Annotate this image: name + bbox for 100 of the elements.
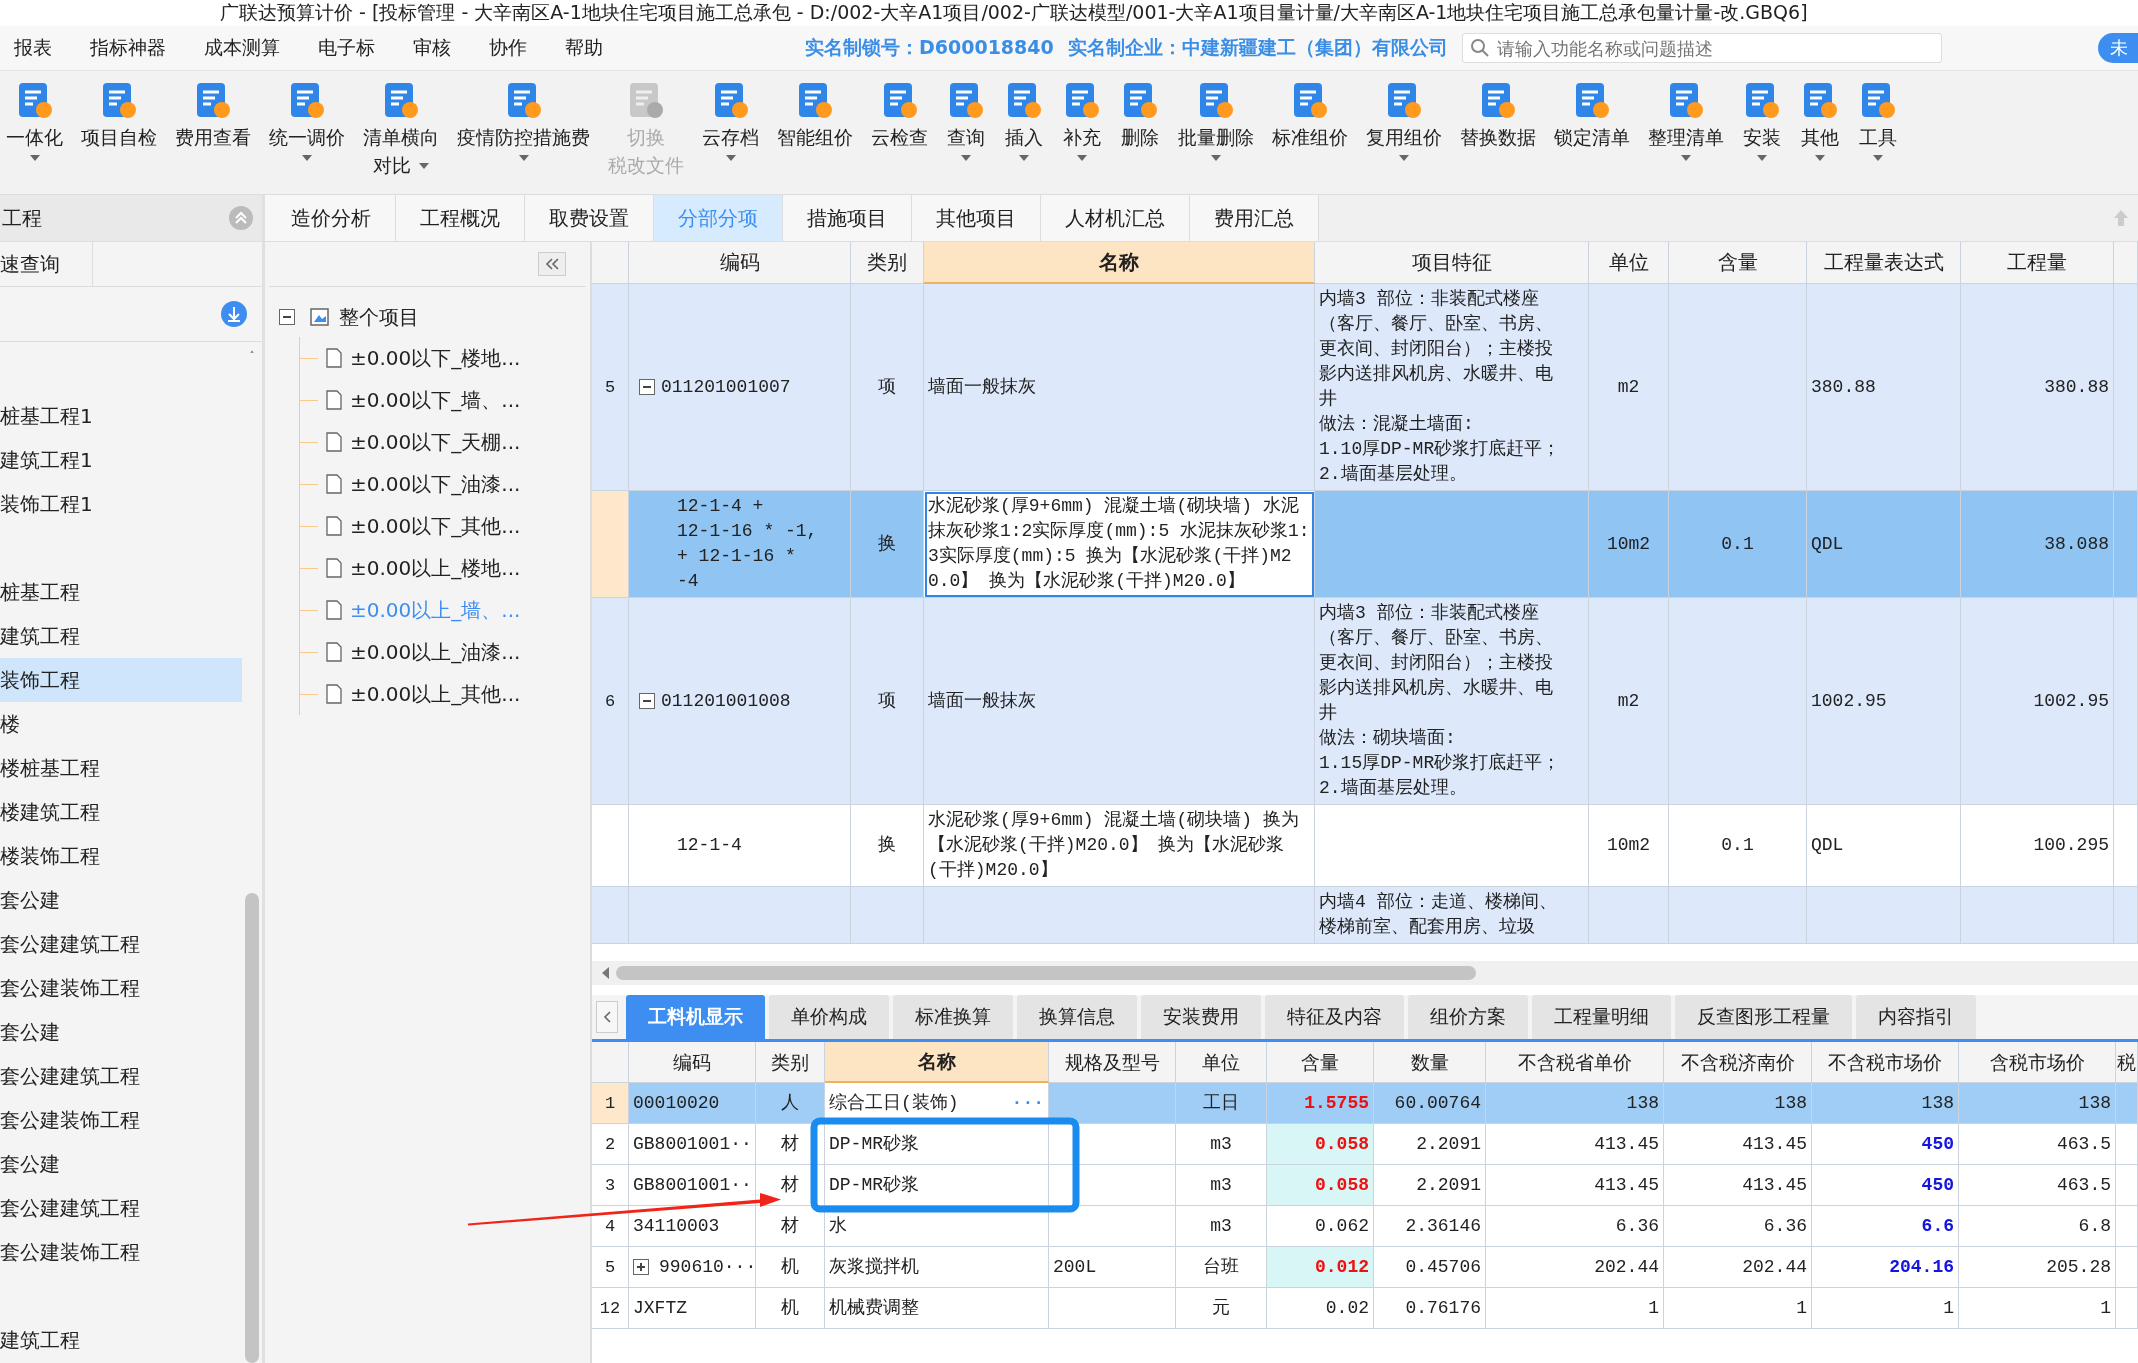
table-row[interactable]: 5 990610··· 机 灰浆搅拌机 200L 台班 0.012 0.45706 202.44 202.44 204.16 205.28 [592,1247,2138,1288]
search-field[interactable]: 请输入功能名称或问题描述 [1461,33,1942,63]
table-row[interactable]: 12 JXFTZ 机 机械费调整 元 0.02 0.76176 1 1 1 1 [592,1288,2138,1329]
project-item[interactable]: 建筑工程 [0,614,242,658]
menu-item[interactable]: 帮助 [549,35,625,61]
tab[interactable]: 反查图形工程量 [1675,995,1852,1039]
tree-item[interactable]: ±0.00以上_楼地... [350,554,521,582]
project-item[interactable]: 套公建装饰工程 [0,966,242,1010]
tab[interactable]: 工程量明细 [1532,995,1671,1039]
tree-item[interactable]: ±0.00以下_天棚... [350,428,521,456]
caret-icon [302,155,312,161]
menu-item[interactable]: 指标神器 [74,35,188,61]
tab[interactable]: 其他项目 [912,195,1041,241]
tree-item[interactable]: ±0.00以上_其他... [350,680,521,708]
scroll-left-icon[interactable] [600,966,610,980]
tab[interactable]: 组价方案 [1408,995,1528,1039]
toolbar-button[interactable]: 费用查看 [169,81,257,149]
toolbar-button[interactable]: 替换数据 [1454,81,1542,149]
toolbar-button[interactable]: 清单横向 对比 [357,81,445,177]
toolbar-button[interactable]: 疫情防控措施费 [451,81,596,161]
project-item[interactable]: 套公建 [0,1142,242,1186]
tab[interactable]: 内容指引 [1856,995,1976,1039]
project-item[interactable]: 套公建建筑工程 [0,1054,242,1098]
tab[interactable]: 造价分析 [265,195,396,241]
collapse-button[interactable] [538,252,566,276]
tab[interactable]: 取费设置 [525,195,654,241]
tab[interactable]: 特征及内容 [1265,995,1404,1039]
scrollbar[interactable] [616,966,1476,980]
tree-item[interactable]: ±0.00以下_墙、... [350,386,521,414]
table-row[interactable]: 3 GB8001001··· 材 DP-MR砂浆 m3 0.058 2.2091 413.45 413.45 450 463.5 [592,1165,2138,1206]
tab[interactable]: 人材机汇总 [1041,195,1190,241]
collapse-icon[interactable] [279,309,295,325]
toolbar-button[interactable]: 查询 [940,81,992,161]
toolbar-button[interactable]: 云存档 [696,81,765,161]
project-item[interactable]: 桩基工程 [0,570,242,614]
table-row[interactable]: 内墙4 部位：走道、楼梯间、楼梯前室、配套用房、垃圾 [592,887,2138,944]
table-row[interactable]: 6 011201001008 项 墙面一般抹灰 内墙3 部位：非装配式楼座（客厅、餐厅、卧室、书房、更衣间、封闭阳台）；主楼投影内送排风机房、水暖井、电井 做法：砌块墙面: 1.15厚DP-MR砂浆打底赶平； 2.墙面基层处理。 m2 1002.95 1002.95 [592,598,2138,805]
tab[interactable]: 单价构成 [769,995,889,1039]
toolbar-button[interactable]: 标准组价 [1266,81,1354,149]
project-item[interactable]: 套公建装饰工程 [0,1098,242,1142]
project-item[interactable]: 套公建建筑工程 [0,922,242,966]
toolbar-button[interactable]: 批量删除 [1172,81,1260,161]
toolbar-button[interactable]: 云检查 [865,81,934,149]
tree-item[interactable]: ±0.00以上_油漆... [350,638,521,666]
project-item[interactable]: 装饰工程1 [0,482,242,526]
table-row[interactable]: 12-1-4 + 12-1-16 * -1, + 12-1-16 * -4 换 水泥砂浆(厚9+6mm) 混凝土墙(砌块墙) 水泥抹灰砂浆1:2实际厚度(mm):5 水泥抹灰砂浆1:3实际厚度(mm):5 换为【水泥砂浆(干拌)M20.0】 换为【水泥砂浆(干拌)M20.0】 10m2 0.1 QDL 38.088 [592,491,2138,598]
menu-item[interactable]: 电子标 [302,35,397,61]
expand-icon[interactable] [633,1259,649,1275]
project-item[interactable]: 楼桩基工程 [0,746,242,790]
project-item[interactable]: 装饰工程 [0,658,242,702]
toolbar-button[interactable]: 安装 [1736,81,1788,161]
project-item[interactable]: 套公建建筑工程 [0,1186,242,1230]
project-item[interactable]: 套公建 [0,878,242,922]
menu-item[interactable]: 成本测算 [188,35,302,61]
toolbar-button[interactable]: 整理清单 [1642,81,1730,161]
column-header[interactable]: 名称 [825,1042,1049,1083]
tab[interactable]: 安装费用 [1141,995,1261,1039]
project-item[interactable]: 桩基工程1 [0,394,242,438]
tree-item[interactable]: ±0.00以下_油漆... [350,470,521,498]
tab[interactable]: 标准换算 [893,995,1013,1039]
column-header[interactable]: 名称 [924,242,1315,284]
tree-item[interactable]: 整个项目 [339,303,419,331]
tab[interactable]: 费用汇总 [1190,195,1319,241]
panel-tab[interactable]: 速查询 [0,242,93,286]
menu-item[interactable]: 审核 [397,35,473,61]
download-icon[interactable] [220,300,248,328]
tree-item[interactable]: ±0.00以下_楼地... [350,344,521,372]
toolbar-button[interactable]: 锁定清单 [1548,81,1636,149]
table-row[interactable]: 12-1-4 换 水泥砂浆(厚9+6mm) 混凝土墙(砌块墙) 换为【水泥砂浆(干拌)M20.0】 换为【水泥砂浆(干拌)M20.0】 10m2 0.1 QDL 100.295 [592,805,2138,887]
previous-button[interactable] [596,1001,618,1033]
table-row[interactable]: 1 00010020 人 综合工日(装饰) ··· 工日 1.5755 60.00764 138 138 138 138 [592,1083,2138,1124]
toolbar-button[interactable]: 复用组价 [1360,81,1448,161]
project-item[interactable]: 建筑工程 [0,1318,242,1362]
toolbar-button[interactable]: 工具 [1852,81,1904,161]
project-item[interactable]: 建筑工程1 [0,438,242,482]
toolbar-button[interactable]: 智能组价 [771,81,859,149]
toolbar-button[interactable]: 插入 [998,81,1050,161]
scrollbar[interactable] [245,893,259,1363]
menu-item[interactable]: 报表 [0,35,74,61]
toolbar-button[interactable]: 一体化 [0,81,69,161]
project-item[interactable]: 楼建筑工程 [0,790,242,834]
collapse-icon[interactable] [639,693,655,709]
toolbar-button[interactable]: 其他 [1794,81,1846,161]
tab[interactable]: 工程概况 [396,195,525,241]
tab[interactable]: 措施项目 [783,195,912,241]
table-row[interactable]: 2 GB8001001··· 材 DP-MR砂浆 m3 0.058 2.2091 413.45 413.45 450 463.5 [592,1124,2138,1165]
toolbar-button[interactable]: 补充 [1056,81,1108,161]
tab[interactable]: 换算信息 [1017,995,1137,1039]
menu-item[interactable]: 协作 [473,35,549,61]
table-cell: 机械费调整 [825,1288,1049,1329]
project-item[interactable]: 套公建装饰工程 [0,1230,242,1274]
collapse-icon[interactable] [639,379,655,395]
project-item[interactable]: 楼 [0,702,242,746]
toolbar-button[interactable]: 统一调价 [263,81,351,161]
project-item[interactable]: 楼装饰工程 [0,834,242,878]
table-row[interactable]: 5 011201001007 项 墙面一般抹灰 内墙3 部位：非装配式楼座（客厅、餐厅、卧室、书房、更衣间、封闭阳台）；主楼投影内送排风机房、水暖井、电井 做法：混凝土墙面: 1.10厚DP-MR砂浆打底赶平； 2.墙面基层处理。 m2 380.88 380.88 [592,284,2138,491]
toolbar-button[interactable]: 项目自检 [75,81,163,149]
tree-item[interactable]: ±0.00以下_其他... [350,512,521,540]
project-item[interactable]: 套公建 [0,1010,242,1054]
toolbar-button[interactable]: 删除 [1114,81,1166,149]
